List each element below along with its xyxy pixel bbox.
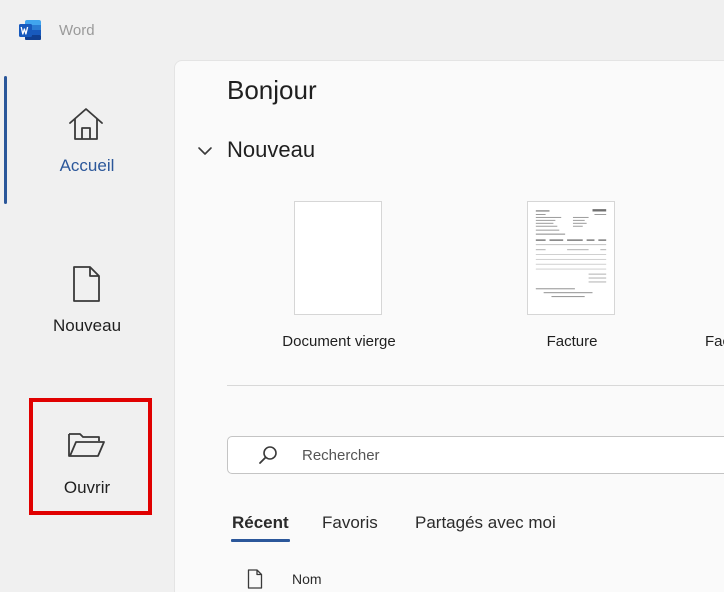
sidebar-item-label: Nouveau [52,316,122,335]
template-invoice[interactable]: Facture [482,201,662,361]
new-document-icon [73,266,100,302]
file-icon [247,569,263,589]
tab-recent[interactable]: Récent [232,513,289,533]
search-icon [259,446,277,464]
active-tab-indicator [231,539,290,542]
column-header-name[interactable]: Nom [292,571,322,587]
chevron-down-icon[interactable] [197,143,213,159]
template-label: Document vierge [282,333,396,350]
invoice-thumbnail [527,201,615,315]
search-input[interactable] [302,437,722,473]
sidebar-item-open[interactable]: Ouvrir [0,396,174,546]
sidebar-item-label: Accueil [59,156,115,175]
sidebar-item-label: Ouvrir [63,478,111,497]
open-folder-icon [68,433,105,457]
sidebar-item-home[interactable]: Accueil [0,76,174,226]
app-name: Word [59,22,95,39]
search-box [227,436,724,474]
template-partial[interactable]: Fac [705,201,724,361]
home-icon [69,108,103,140]
template-label: Fac [705,333,724,350]
page-title: Bonjour [227,75,317,105]
template-label: Facture [546,333,598,350]
tab-favorites[interactable]: Favoris [322,513,378,533]
section-divider [227,385,724,386]
sidebar-item-new[interactable]: Nouveau [0,236,174,386]
word-start-window: Word Accueil Nouveau Ouvrir Bonjour Nouv… [0,0,724,592]
template-thumbnail [294,201,382,315]
word-logo-icon [19,20,41,40]
file-list-header: Nom [247,567,547,591]
sidebar: Accueil Nouveau Ouvrir [0,60,174,592]
template-blank-document[interactable]: Document vierge [249,201,429,361]
main-content: Bonjour Nouveau Document vierge Facture … [174,60,724,592]
title-bar: Word [0,0,724,60]
tab-shared[interactable]: Partagés avec moi [415,513,556,533]
section-title: Nouveau [227,137,316,162]
